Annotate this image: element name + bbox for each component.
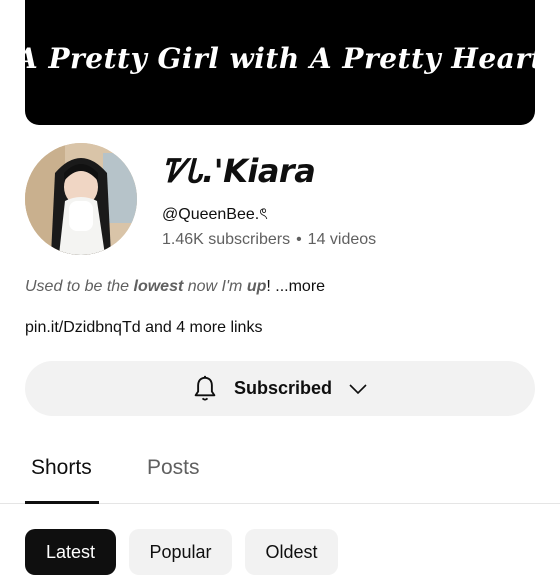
separator-dot: • (296, 231, 302, 248)
banner-text: A Pretty Girl with A Pretty Heart (15, 42, 545, 75)
tab-posts[interactable]: Posts (147, 456, 200, 480)
subscriber-count: 1.46K subscribers (162, 231, 291, 248)
channel-links[interactable]: pin.it/DzidbnqTd and 4 more links (25, 319, 262, 337)
video-count: 14 videos (307, 231, 377, 248)
active-tab-indicator (25, 501, 99, 504)
channel-name: ᏤᏓ.'Kiara (162, 152, 316, 190)
more-link[interactable]: ...more (275, 278, 325, 295)
description-text-2: now I'm (183, 278, 247, 295)
tab-shorts[interactable]: Shorts (31, 456, 92, 480)
channel-banner: A Pretty Girl with A Pretty Heart (16, 0, 544, 125)
chip-latest[interactable]: Latest (25, 529, 116, 575)
avatar-image (25, 143, 137, 255)
subscribed-button[interactable]: Subscribed (25, 361, 535, 416)
subscribed-label: Subscribed (233, 378, 333, 398)
bell-icon (194, 375, 216, 401)
description-text-1: Used to be the (25, 278, 134, 295)
description-bold-2: up (246, 278, 267, 295)
chevron-down-icon (349, 383, 367, 394)
chip-oldest[interactable]: Oldest (245, 529, 338, 575)
channel-description[interactable]: Used to be the lowest now I'm up! ...mor… (25, 278, 325, 296)
channel-stats: 1.46K subscribers • 14 videos (162, 231, 376, 249)
channel-handle: @QueenBee.ৎ (162, 206, 268, 223)
avatar[interactable] (25, 143, 137, 255)
channel-tabs: Shorts Posts (0, 440, 560, 504)
description-text-3: ! (266, 278, 276, 295)
chip-popular[interactable]: Popular (129, 529, 232, 575)
description-bold-1: lowest (133, 278, 184, 295)
